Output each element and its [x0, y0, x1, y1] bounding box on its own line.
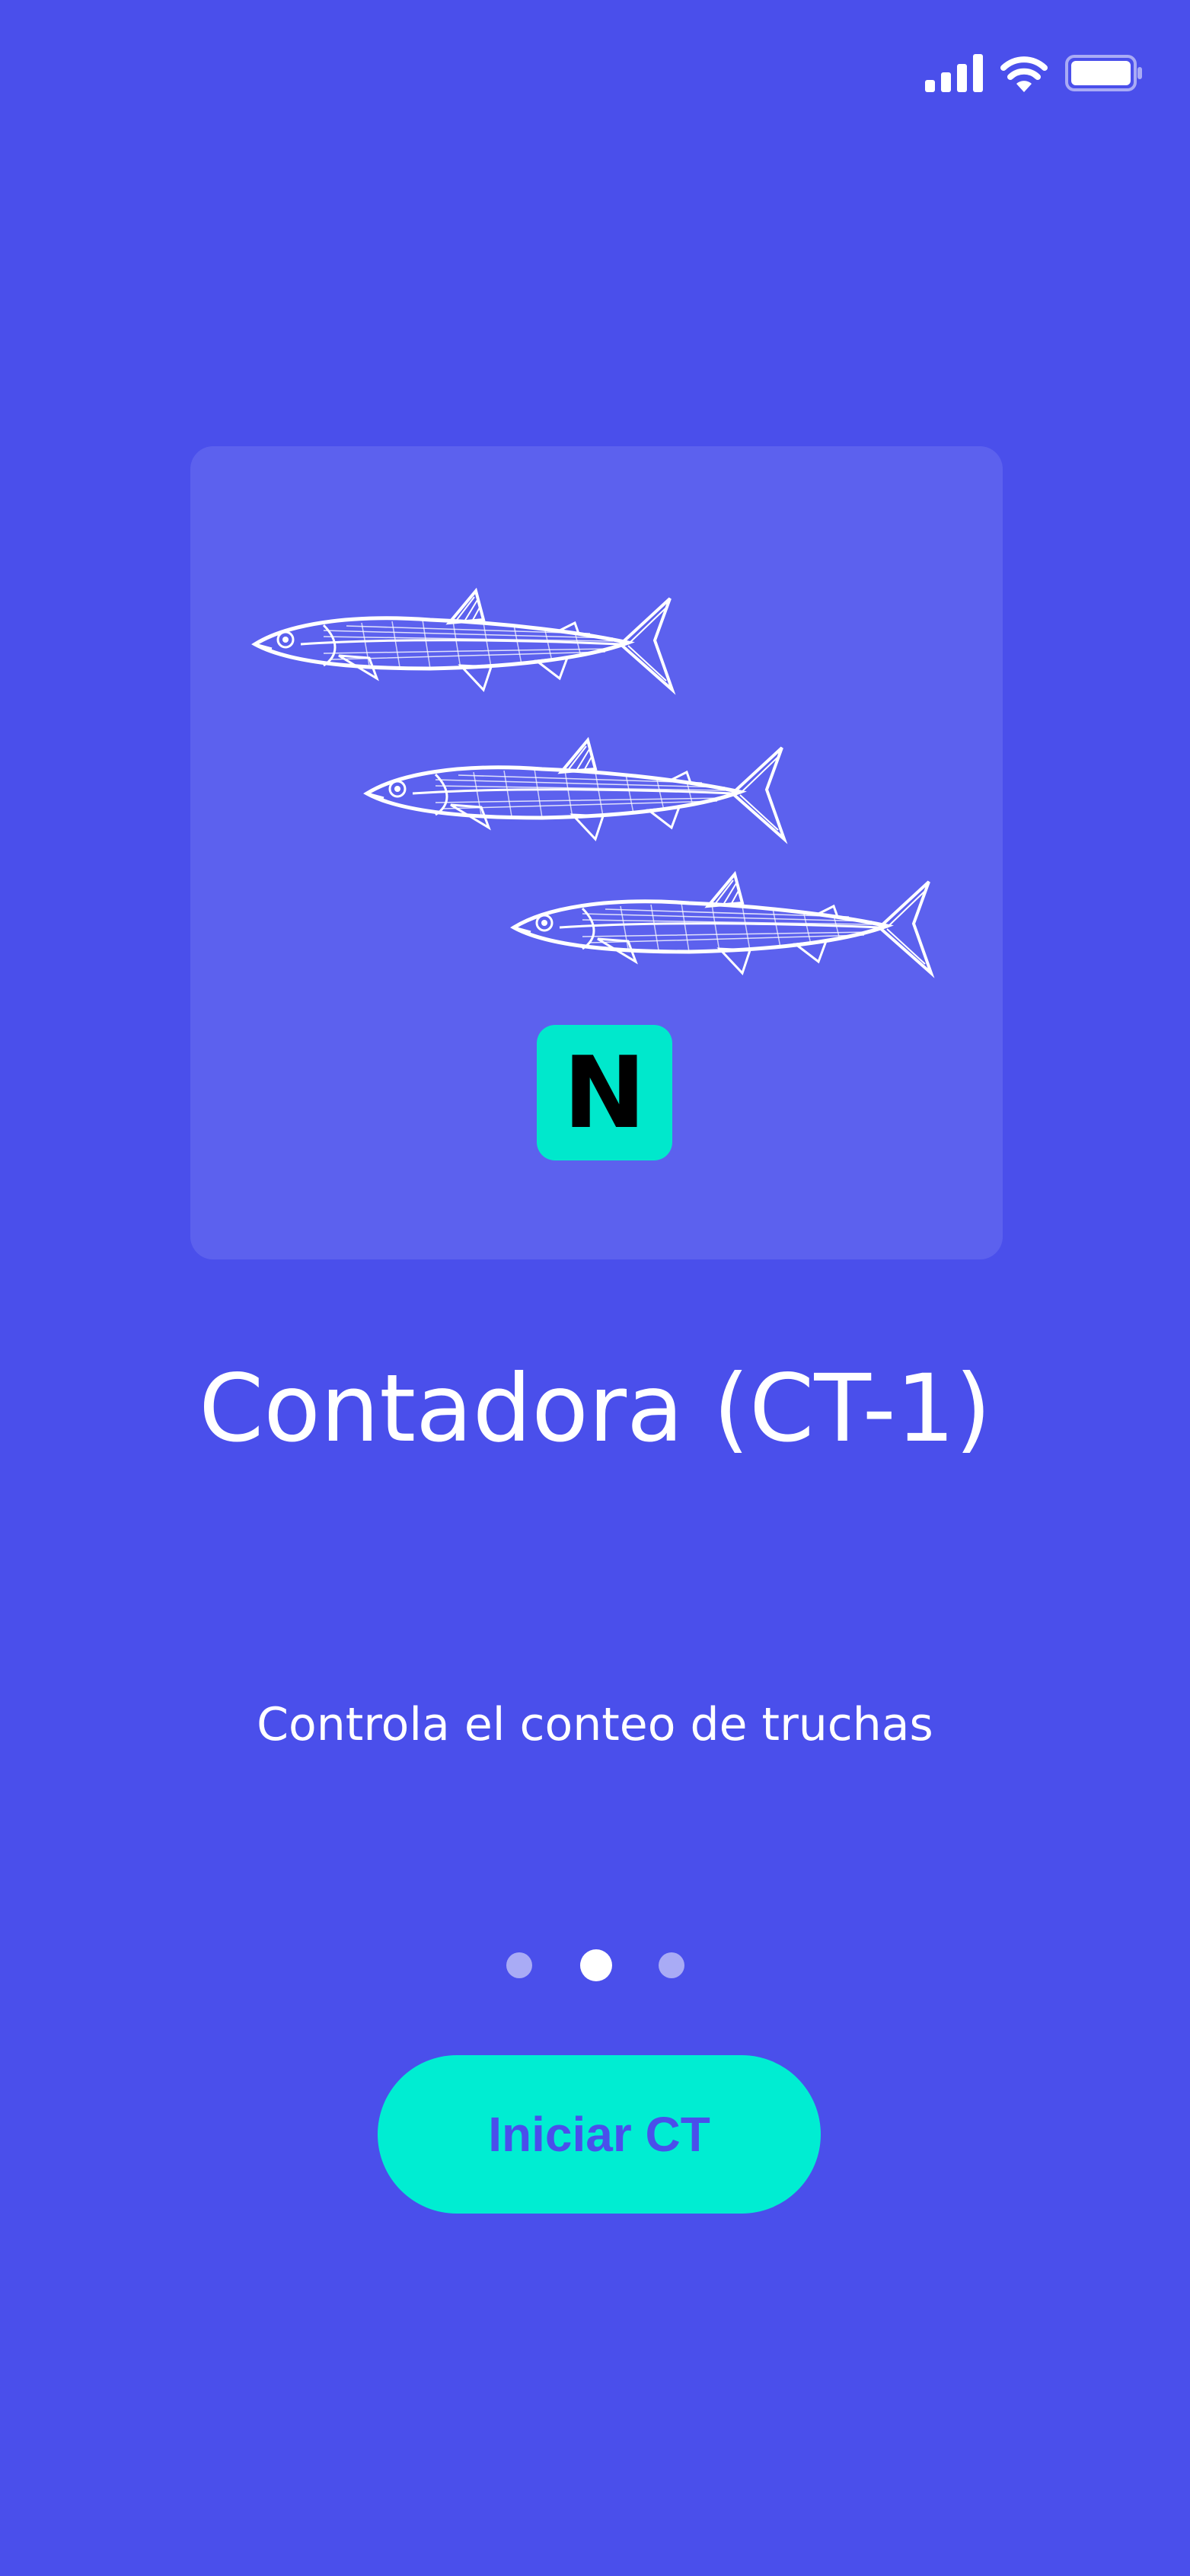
brand-badge: N: [537, 1025, 672, 1160]
pagination-dots: [0, 1948, 1190, 1983]
battery-icon: [1065, 54, 1144, 92]
page-subtitle: Controla el conteo de truchas: [257, 1698, 933, 1751]
pagination-dot-3[interactable]: [659, 1952, 684, 1978]
status-bar: [925, 52, 1144, 94]
start-ct-button[interactable]: Iniciar CT: [378, 2055, 821, 2214]
cellular-signal-icon: [925, 54, 983, 92]
hero-illustration-card: N: [190, 446, 1003, 1259]
pagination-dot-1[interactable]: [506, 1952, 532, 1978]
fish-illustration-3: [514, 874, 931, 973]
pagination-dot-2-active[interactable]: [580, 1949, 612, 1981]
fish-illustration-1: [255, 591, 672, 690]
start-ct-button-label: Iniciar CT: [488, 2107, 710, 2162]
wifi-icon: [1000, 54, 1048, 92]
page-title: Contadora (CT-1): [199, 1355, 991, 1463]
fish-illustration-2: [367, 740, 784, 839]
brand-badge-letter: N: [563, 1035, 646, 1151]
